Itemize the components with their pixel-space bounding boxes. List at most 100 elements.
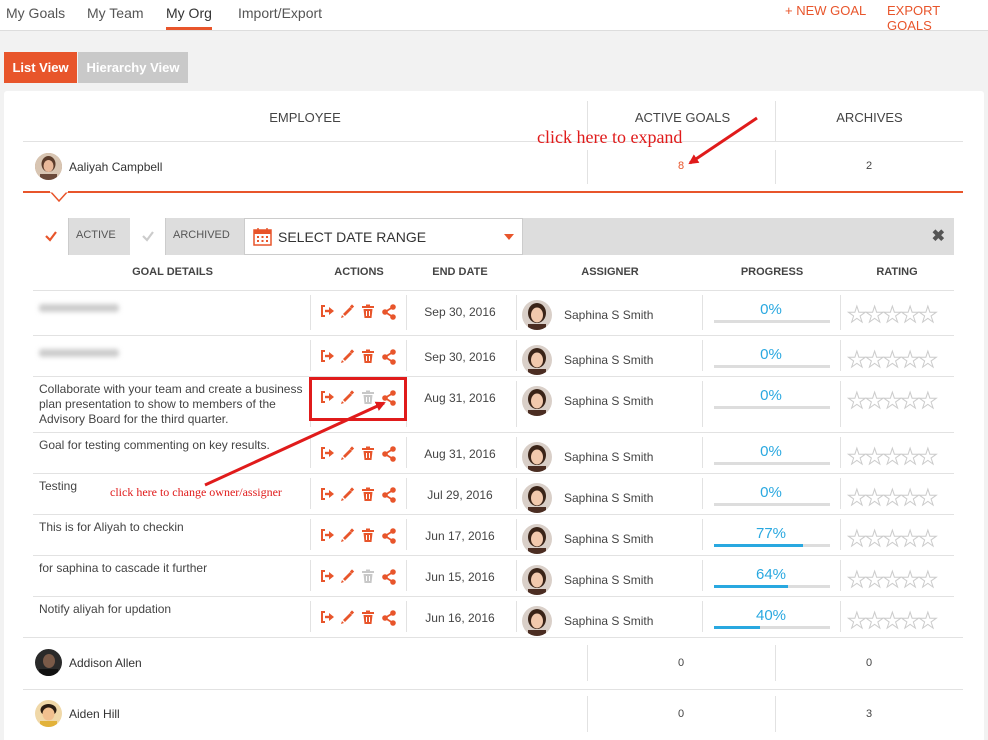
progress-value[interactable]: 0% — [714, 301, 828, 318]
star-icon[interactable]: ★ — [882, 567, 903, 592]
star-icon[interactable]: ★ — [847, 347, 868, 372]
star-icon[interactable]: ★ — [900, 526, 921, 551]
reassign-icon[interactable] — [320, 349, 335, 363]
star-rating[interactable]: ★★★★★ — [847, 347, 939, 372]
star-icon[interactable]: ★ — [864, 608, 885, 633]
star-rating[interactable]: ★★★★★ — [847, 608, 939, 633]
star-icon[interactable]: ★ — [882, 347, 903, 372]
trash-icon[interactable] — [361, 569, 375, 584]
trash-icon[interactable] — [361, 446, 375, 461]
progress-value[interactable]: 40% — [714, 607, 828, 624]
archives-count[interactable]: 0 — [849, 657, 889, 669]
reassign-icon[interactable] — [320, 528, 335, 542]
goal-title-redacted[interactable] — [39, 304, 119, 312]
list-view-button[interactable]: List View — [4, 52, 77, 83]
pencil-icon[interactable] — [340, 528, 355, 543]
star-icon[interactable]: ★ — [917, 388, 938, 413]
progress-bar[interactable] — [714, 503, 830, 506]
star-icon[interactable]: ★ — [847, 485, 868, 510]
progress-value[interactable]: 0% — [714, 484, 828, 501]
archived-checkbox[interactable] — [130, 218, 166, 255]
trash-icon[interactable] — [361, 528, 375, 543]
pencil-icon[interactable] — [340, 349, 355, 364]
star-icon[interactable]: ★ — [847, 444, 868, 469]
goal-title[interactable]: Notify aliyah for updation — [39, 602, 304, 617]
tab-my-goals[interactable]: My Goals — [6, 5, 65, 27]
progress-bar[interactable] — [714, 544, 830, 547]
star-icon[interactable]: ★ — [882, 388, 903, 413]
active-goals-count[interactable]: 8 — [661, 160, 701, 172]
assigner-name[interactable]: Saphina S Smith — [564, 394, 653, 408]
hierarchy-view-button[interactable]: Hierarchy View — [78, 52, 188, 83]
col-header-archives[interactable]: ARCHIVES — [776, 110, 963, 125]
star-icon[interactable]: ★ — [900, 388, 921, 413]
star-icon[interactable]: ★ — [900, 567, 921, 592]
archives-count[interactable]: 2 — [849, 160, 889, 172]
star-icon[interactable]: ★ — [917, 347, 938, 372]
star-icon[interactable]: ★ — [917, 526, 938, 551]
tab-my-org[interactable]: My Org — [166, 5, 212, 30]
share-icon[interactable] — [381, 569, 397, 585]
star-icon[interactable]: ★ — [864, 302, 885, 327]
star-icon[interactable]: ★ — [917, 608, 938, 633]
close-icon[interactable]: ✖ — [932, 226, 945, 246]
reassign-icon[interactable] — [320, 569, 335, 583]
pencil-icon[interactable] — [340, 610, 355, 625]
star-rating[interactable]: ★★★★★ — [847, 444, 939, 469]
assigner-name[interactable]: Saphina S Smith — [564, 573, 653, 587]
reassign-icon[interactable] — [320, 610, 335, 624]
share-icon[interactable] — [381, 349, 397, 365]
progress-value[interactable]: 0% — [714, 346, 828, 363]
progress-bar[interactable] — [714, 320, 830, 323]
reassign-icon[interactable] — [320, 446, 335, 460]
employee-name[interactable]: Aiden Hill — [69, 707, 120, 721]
assigner-name[interactable]: Saphina S Smith — [564, 450, 653, 464]
reassign-icon[interactable] — [320, 304, 335, 318]
goal-title-redacted[interactable] — [39, 349, 119, 357]
trash-icon[interactable] — [361, 487, 375, 502]
star-icon[interactable]: ★ — [864, 485, 885, 510]
star-icon[interactable]: ★ — [900, 444, 921, 469]
active-goals-count[interactable]: 0 — [661, 708, 701, 720]
star-icon[interactable]: ★ — [900, 347, 921, 372]
employee-name[interactable]: Aaliyah Campbell — [69, 160, 162, 174]
star-icon[interactable]: ★ — [882, 608, 903, 633]
star-icon[interactable]: ★ — [900, 608, 921, 633]
star-icon[interactable]: ★ — [882, 444, 903, 469]
goals-header-end-date[interactable]: END DATE — [412, 266, 508, 278]
goal-title[interactable]: This is for Aliyah to checkin — [39, 520, 304, 535]
star-icon[interactable]: ★ — [864, 347, 885, 372]
progress-bar[interactable] — [714, 462, 830, 465]
tab-my-team[interactable]: My Team — [87, 5, 144, 27]
progress-bar[interactable] — [714, 365, 830, 368]
star-rating[interactable]: ★★★★★ — [847, 485, 939, 510]
progress-bar[interactable] — [714, 585, 830, 588]
share-icon[interactable] — [381, 528, 397, 544]
assigner-name[interactable]: Saphina S Smith — [564, 353, 653, 367]
pencil-icon[interactable] — [340, 446, 355, 461]
share-icon[interactable] — [381, 304, 397, 320]
tab-import-export[interactable]: Import/Export — [238, 5, 322, 27]
star-icon[interactable]: ★ — [900, 302, 921, 327]
employee-name[interactable]: Addison Allen — [69, 656, 142, 670]
goal-title[interactable]: Goal for testing commenting on key resul… — [39, 438, 304, 453]
pencil-icon[interactable] — [340, 304, 355, 319]
trash-icon[interactable] — [361, 304, 375, 319]
trash-icon[interactable] — [361, 610, 375, 625]
progress-value[interactable]: 64% — [714, 566, 828, 583]
star-icon[interactable]: ★ — [847, 567, 868, 592]
star-rating[interactable]: ★★★★★ — [847, 567, 939, 592]
star-icon[interactable]: ★ — [882, 485, 903, 510]
progress-bar[interactable] — [714, 406, 830, 409]
date-range-select[interactable]: SELECT DATE RANGE — [244, 218, 523, 255]
reassign-icon[interactable] — [320, 487, 335, 501]
share-icon[interactable] — [381, 446, 397, 462]
star-icon[interactable]: ★ — [917, 444, 938, 469]
star-icon[interactable]: ★ — [917, 567, 938, 592]
star-icon[interactable]: ★ — [864, 567, 885, 592]
goal-title[interactable]: for saphina to cascade it further — [39, 561, 304, 576]
col-header-active-goals[interactable]: ACTIVE GOALS — [590, 110, 775, 125]
archives-count[interactable]: 3 — [849, 708, 889, 720]
star-icon[interactable]: ★ — [847, 302, 868, 327]
goals-header-progress[interactable]: PROGRESS — [714, 266, 830, 278]
